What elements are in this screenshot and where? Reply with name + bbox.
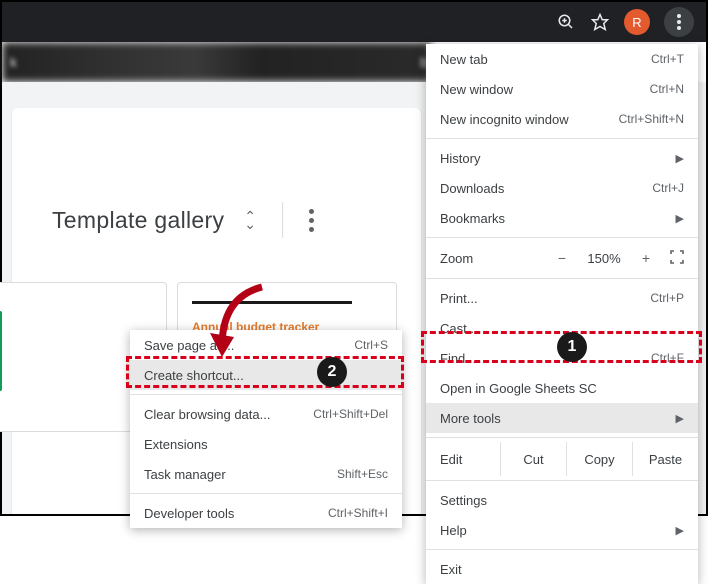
submenu-item-dev-tools[interactable]: Developer toolsCtrl+Shift+I	[130, 498, 402, 528]
menu-item-new-window[interactable]: New windowCtrl+N	[426, 74, 698, 104]
bookmark-star-icon[interactable]	[590, 12, 610, 32]
more-tools-submenu: Save page as...Ctrl+S Create shortcut...…	[130, 330, 402, 528]
chevron-right-icon: ▶	[676, 412, 684, 425]
chrome-toolbar: R	[2, 2, 706, 42]
fullscreen-button[interactable]	[666, 250, 688, 267]
menu-item-settings[interactable]: Settings	[426, 485, 698, 515]
menu-separator	[426, 480, 698, 481]
submenu-item-create-shortcut[interactable]: Create shortcut...	[130, 360, 402, 390]
blurred-url-bar	[2, 42, 431, 82]
decorative-line	[192, 301, 352, 304]
blurred-text: k	[10, 54, 17, 70]
menu-separator	[426, 549, 698, 550]
submenu-item-clear-data[interactable]: Clear browsing data...Ctrl+Shift+Del	[130, 399, 402, 429]
chevron-right-icon: ▶	[676, 524, 684, 537]
profile-avatar[interactable]: R	[624, 9, 650, 35]
copy-button[interactable]: Copy	[566, 442, 632, 476]
menu-item-edit: Edit Cut Copy Paste	[426, 442, 698, 476]
more-options-button[interactable]	[309, 209, 314, 232]
menu-item-downloads[interactable]: DownloadsCtrl+J	[426, 173, 698, 203]
cut-button[interactable]: Cut	[500, 442, 566, 476]
menu-separator	[130, 394, 402, 395]
zoom-value: 150%	[582, 251, 626, 266]
chevron-right-icon: ▶	[676, 152, 684, 165]
menu-item-help[interactable]: Help▶	[426, 515, 698, 545]
menu-separator	[130, 493, 402, 494]
zoom-indicator-icon[interactable]	[556, 12, 576, 32]
menu-item-open-sheets[interactable]: Open in Google Sheets SC	[426, 373, 698, 403]
template-gallery-title: Template gallery	[52, 207, 224, 234]
chrome-menu-button[interactable]	[664, 7, 694, 37]
chrome-main-menu: New tabCtrl+T New windowCtrl+N New incog…	[426, 44, 698, 584]
menu-item-history[interactable]: History▶	[426, 143, 698, 173]
annotation-badge-2: 2	[317, 357, 347, 387]
template-thumbnail	[0, 311, 2, 391]
menu-item-incognito[interactable]: New incognito windowCtrl+Shift+N	[426, 104, 698, 134]
menu-separator	[426, 138, 698, 139]
submenu-item-save-page[interactable]: Save page as...Ctrl+S	[130, 330, 402, 360]
paste-button[interactable]: Paste	[632, 442, 698, 476]
menu-item-zoom: Zoom − 150% +	[426, 242, 698, 274]
submenu-item-task-manager[interactable]: Task managerShift+Esc	[130, 459, 402, 489]
annotation-badge-1: 1	[557, 332, 587, 362]
menu-item-more-tools[interactable]: More tools▶	[426, 403, 698, 433]
menu-separator	[426, 237, 698, 238]
menu-separator	[426, 437, 698, 438]
menu-item-bookmarks[interactable]: Bookmarks▶	[426, 203, 698, 233]
template-gallery-header: Template gallery ⌃⌄	[52, 202, 314, 238]
divider	[282, 202, 283, 238]
chevron-right-icon: ▶	[676, 212, 684, 225]
edit-label: Edit	[440, 452, 500, 467]
sort-icon[interactable]: ⌃⌄	[244, 212, 256, 229]
menu-item-exit[interactable]: Exit	[426, 554, 698, 584]
menu-separator	[426, 278, 698, 279]
zoom-out-button[interactable]: −	[552, 250, 572, 266]
submenu-item-extensions[interactable]: Extensions	[130, 429, 402, 459]
menu-item-new-tab[interactable]: New tabCtrl+T	[426, 44, 698, 74]
menu-item-print[interactable]: Print...Ctrl+P	[426, 283, 698, 313]
zoom-label: Zoom	[440, 251, 542, 266]
zoom-in-button[interactable]: +	[636, 250, 656, 266]
